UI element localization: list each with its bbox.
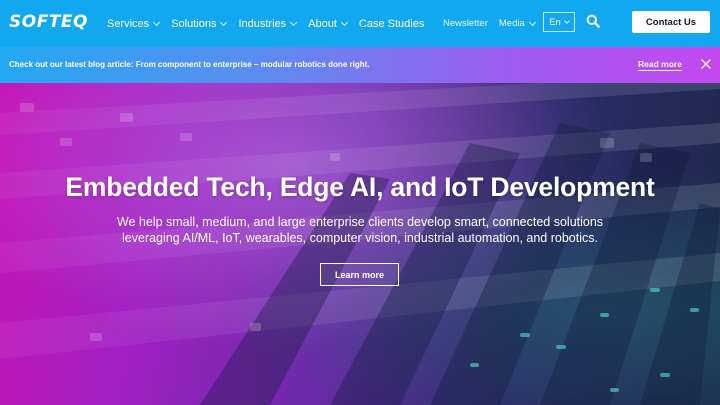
site-header: SOFTEQ Services Solutions Industries Abo… <box>0 0 720 47</box>
nav-solutions-label: Solutions <box>171 17 217 30</box>
newsletter-link[interactable]: Newsletter <box>443 18 488 29</box>
chevron-down-icon <box>220 18 228 26</box>
media-label: Media <box>498 18 525 29</box>
nav-about-label: About <box>308 17 337 30</box>
nav-about[interactable]: About <box>308 17 348 30</box>
close-icon[interactable] <box>700 58 712 70</box>
language-select[interactable]: En <box>543 12 575 32</box>
media-menu[interactable]: Media <box>498 18 536 29</box>
chevron-down-icon <box>290 18 298 26</box>
nav-services-label: Services <box>107 17 150 30</box>
nav-industries-label: Industries <box>238 17 287 30</box>
language-label: En <box>549 16 561 28</box>
softeq-logo[interactable]: SOFTEQ <box>9 12 88 32</box>
nav-case-studies[interactable]: Case Studies <box>359 18 424 30</box>
read-more-link[interactable]: Read more <box>638 59 682 71</box>
banner-text: Check out our latest blog article: From … <box>9 60 370 69</box>
nav-case-studies-label: Case Studies <box>358 17 425 30</box>
nav-industries[interactable]: Industries <box>238 17 298 30</box>
search-icon[interactable] <box>586 14 600 28</box>
learn-more-button[interactable]: Learn more <box>320 263 399 286</box>
secondary-nav: Newsletter Media <box>443 0 546 47</box>
nav-solutions[interactable]: Solutions <box>171 17 228 30</box>
announcement-banner: Check out our latest blog article: From … <box>0 47 720 83</box>
chevron-down-icon <box>563 17 570 24</box>
hero-section: Embedded Tech, Edge AI, and IoT Developm… <box>0 83 720 405</box>
hero-title: Embedded Tech, Edge AI, and IoT Developm… <box>65 172 655 202</box>
contact-us-button[interactable]: Contact Us <box>632 11 710 33</box>
chevron-down-icon <box>153 18 161 26</box>
chevron-down-icon <box>340 18 348 26</box>
nav-services[interactable]: Services <box>107 17 161 30</box>
main-nav: Services Solutions Industries About Case… <box>107 0 436 47</box>
chevron-down-icon <box>528 18 536 26</box>
hero-subtitle: We help small, medium, and large enterpr… <box>116 215 604 245</box>
